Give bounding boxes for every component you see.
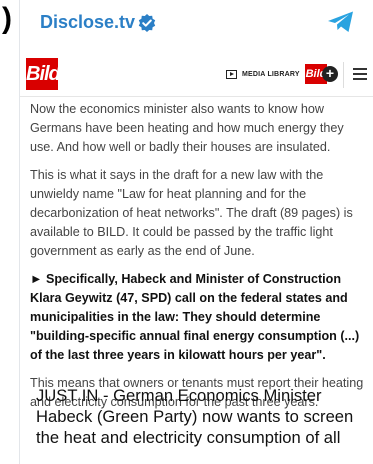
bildplus-logo[interactable]: Bild + <box>305 64 339 84</box>
post-header: Disclose.tv <box>20 0 373 46</box>
bild-logo[interactable]: Bild <box>26 58 61 90</box>
verified-badge-icon <box>138 14 156 32</box>
article-paragraph: This is what it says in the draft for a … <box>30 168 353 258</box>
bild-navbar: Bild MEDIA LIBRARY Bild + <box>20 46 373 97</box>
telegram-icon[interactable] <box>327 10 355 34</box>
partial-parenthesis: ) <box>2 2 12 35</box>
plus-icon: + <box>322 66 338 82</box>
article-paragraph: Now the economics minister also wants to… <box>30 102 344 154</box>
hamburger-menu-icon[interactable] <box>353 68 367 83</box>
article-paragraph-highlight: ► Specifically, Habeck and Minister of C… <box>30 272 360 362</box>
play-icon <box>226 69 237 79</box>
divider <box>343 62 344 88</box>
article-body: Now the economics minister also wants to… <box>30 100 368 421</box>
channel-name[interactable]: Disclose.tv <box>40 12 135 33</box>
media-library-link[interactable]: MEDIA LIBRARY <box>226 67 300 81</box>
media-library-label: MEDIA LIBRARY <box>242 70 300 78</box>
post-caption: JUST IN - German Economics Minister Habe… <box>36 386 354 447</box>
